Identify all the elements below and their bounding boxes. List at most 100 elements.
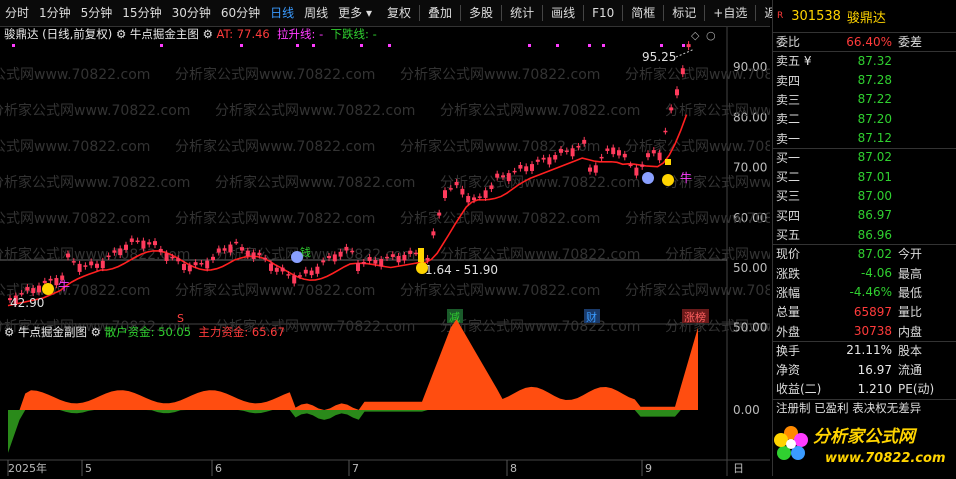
stat-value: -4.46% — [849, 285, 892, 300]
toolbar-button-8[interactable]: +自选 — [707, 0, 753, 26]
tags-row: 注册制 已盈利 表决权无差异 — [773, 399, 956, 418]
high-price-label: 95.25 — [642, 50, 676, 64]
candle-body — [298, 275, 302, 277]
period-tab-6[interactable]: 日线 — [265, 0, 299, 26]
period-tab-7[interactable]: 周线 — [299, 0, 333, 26]
watermark-text: 分析家公式网www.70822.com — [625, 210, 770, 227]
stat-value: 1.210 — [857, 381, 892, 396]
candle-body — [501, 175, 505, 178]
candle-body — [356, 262, 360, 271]
bid-label: 买四 — [776, 208, 801, 223]
candle-body — [153, 241, 157, 246]
bid-label: 买五 — [776, 228, 801, 242]
candle-body — [617, 150, 621, 156]
signal-dot — [312, 44, 315, 47]
stat-value: 30738 — [853, 324, 892, 338]
candle-body — [112, 250, 117, 253]
candle-body — [332, 254, 337, 262]
watermark-text: 分析家公式网www.70822.com — [440, 102, 640, 119]
signal-bar — [665, 159, 671, 165]
stat-label: 现价 — [776, 247, 801, 262]
candle-body — [472, 197, 476, 201]
period-tab-5[interactable]: 60分钟 — [216, 0, 265, 26]
watermark-text: 分析家公式网www.70822.com — [440, 318, 640, 335]
down-line-value: 下跌线: - — [330, 27, 377, 41]
candle-body — [414, 252, 418, 255]
candle-body — [373, 259, 378, 264]
weicha-label: 委差 — [898, 35, 923, 49]
toolbar-button-1[interactable]: 叠加 — [422, 0, 458, 26]
toolbar: 分时 1分钟 5分钟 15分钟 30分钟 60分钟 日线 周线 更多 ▾ 复权 叠加 多股 统计 画线 F… — [0, 0, 788, 27]
sub-indicator-name[interactable]: 牛点掘金副图 — [18, 325, 87, 339]
flower-logo-icon: 分析家公式网 www.70822.com — [774, 426, 946, 466]
candle-body — [680, 68, 685, 75]
watermark-text: 分析家公式网www.70822.com — [440, 174, 640, 191]
toolbar-button-4[interactable]: 画线 — [545, 0, 581, 26]
sub-tick-label: 0.00 — [733, 403, 760, 417]
candle-body — [240, 247, 244, 251]
candle-body — [640, 164, 645, 167]
stat-row: 外盘 30738 内盘 — [773, 322, 956, 341]
toolbar-divider — [583, 5, 585, 21]
gear-icon[interactable]: ⚙ — [116, 27, 130, 41]
indicator-name[interactable]: 牛点掘金主图 — [130, 27, 199, 41]
toolbar-divider — [663, 5, 665, 21]
circle-icon: ○ — [706, 29, 716, 42]
candle-body — [518, 165, 523, 169]
kline-chart-area[interactable]: 90.0080.0070.0060.0050.00分析家公式网www.70822… — [0, 27, 865, 476]
toolbar-divider — [501, 5, 503, 21]
candle-body — [205, 260, 210, 269]
stock-name: 骏鼎达 — [846, 10, 886, 26]
toolbar-button-6[interactable]: 简框 — [625, 0, 661, 26]
candle-body — [344, 246, 349, 251]
candle-body — [327, 255, 331, 259]
stat-value: 16.97 — [857, 362, 892, 377]
stat-label: 涨跌 — [776, 266, 801, 281]
candle-body — [118, 248, 123, 256]
bid-row: 买四 86.97 — [773, 206, 956, 225]
candle-body — [338, 251, 343, 257]
bid-price: 87.01 — [857, 169, 892, 184]
toolbar-button-3[interactable]: 统计 — [504, 0, 540, 26]
candle-body — [251, 252, 256, 259]
stat-label-right: 量比 — [898, 305, 923, 320]
company-tags: 注册制 已盈利 表决权无差异 — [776, 401, 922, 416]
signal-dot — [602, 44, 605, 47]
candle-body — [385, 256, 389, 259]
period-tab-4[interactable]: 30分钟 — [167, 0, 216, 26]
kline-chart[interactable]: 90.0080.0070.0060.0050.00分析家公式网www.70822… — [0, 27, 865, 476]
gear-icon[interactable]: ⚙ — [91, 325, 105, 339]
gear-icon[interactable]: ⚙ — [4, 325, 18, 339]
period-tab-8[interactable]: 更多 ▾ — [333, 0, 377, 26]
candle-body — [234, 241, 239, 244]
toolbar-button-0[interactable]: 复权 — [381, 0, 417, 26]
candle-body — [535, 159, 540, 162]
watermark-text: 分析家公式网www.70822.com — [215, 102, 415, 119]
period-tab-2[interactable]: 5分钟 — [76, 0, 118, 26]
candle-body — [553, 155, 558, 160]
candle-body — [129, 238, 134, 242]
period-tab-3[interactable]: 15分钟 — [117, 0, 166, 26]
r-badge: R — [777, 11, 784, 21]
watermark-text: 分析家公式网www.70822.com — [665, 102, 770, 119]
weibi-label: 委比 — [776, 35, 801, 49]
signal-dot — [588, 44, 591, 47]
watermark-text: 分析家公式网www.70822.com — [175, 66, 375, 83]
candle-body — [628, 164, 633, 167]
candle-body — [141, 240, 146, 249]
toolbar-button-5[interactable]: F10 — [586, 0, 620, 26]
toolbar-button-7[interactable]: 标记 — [666, 0, 702, 26]
toolbar-button-2[interactable]: 多股 — [463, 0, 499, 26]
watermark-text: 分析家公式网www.70822.com — [0, 102, 190, 119]
period-tab-1[interactable]: 1分钟 — [34, 0, 76, 26]
candle-body — [187, 265, 192, 272]
period-tab-0[interactable]: 分时 — [0, 0, 34, 26]
signal-dot — [12, 44, 15, 47]
gear-icon[interactable]: ⚙ — [203, 27, 217, 41]
stat-label: 外盘 — [776, 324, 801, 339]
signal-dot — [682, 44, 685, 47]
watermark-text: 分析家公式网www.70822.com — [625, 282, 770, 299]
candle-body — [164, 253, 169, 261]
watermark-text: 分析家公式网www.70822.com — [625, 66, 770, 83]
stat-label-right: 最高 — [898, 266, 923, 281]
